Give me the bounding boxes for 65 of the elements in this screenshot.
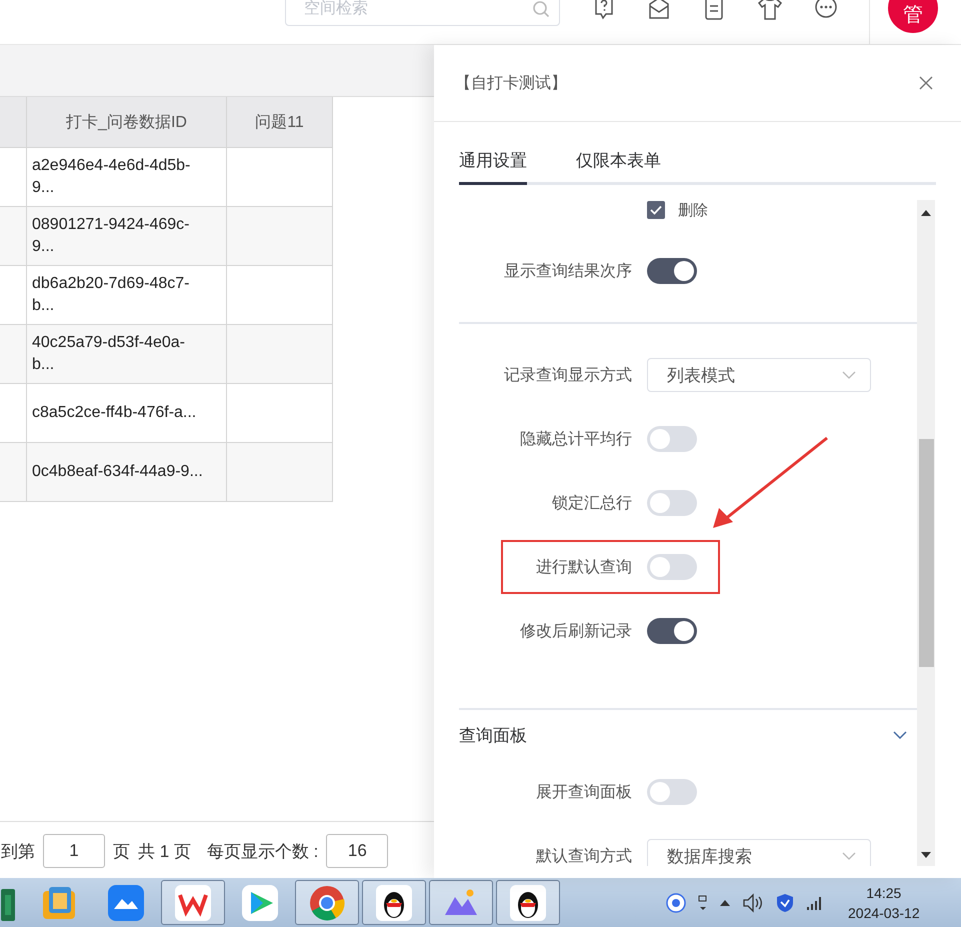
- penguin-icon: [376, 884, 412, 920]
- column-header: 打卡_问卷数据ID: [27, 97, 227, 147]
- window-icon[interactable]: [698, 894, 708, 910]
- table-cell: db6a2b20-7d69-48c7-b...: [27, 266, 227, 324]
- envelope-icon[interactable]: [647, 0, 671, 22]
- zigzag-icon: [175, 884, 211, 920]
- toggle-switch[interactable]: [647, 426, 697, 452]
- signal-icon[interactable]: [806, 894, 824, 910]
- dropdown[interactable]: 数据库搜索: [647, 839, 871, 866]
- setting-label: 隐藏总计平均行: [519, 430, 632, 450]
- setting-label: 修改后刷新记录: [519, 622, 632, 642]
- tab[interactable]: 仅限本表单: [576, 149, 661, 185]
- toggle-switch[interactable]: [647, 779, 697, 805]
- pager-label: 页: [113, 840, 130, 862]
- taskbar-button[interactable]: [362, 880, 426, 925]
- setting-label: 记录查询显示方式: [503, 366, 632, 386]
- column-header: 问题11: [227, 97, 333, 147]
- table-cell: 0c4b8eaf-634f-44a9-9...: [27, 443, 227, 501]
- speaker-icon[interactable]: [742, 892, 764, 912]
- shield-icon[interactable]: [776, 892, 794, 912]
- setting-label: 显示查询结果次序: [503, 262, 632, 282]
- play-icon: [242, 884, 278, 920]
- scrollbar-thumb[interactable]: [919, 439, 934, 667]
- window-stack-icon: [41, 884, 77, 920]
- scroll-up-icon[interactable]: [921, 210, 931, 216]
- table-cell: c8a5c2ce-ff4b-476f-a...: [27, 384, 227, 442]
- section-title: 查询面板: [459, 724, 527, 746]
- toggle-switch[interactable]: [647, 490, 697, 516]
- checkbox-label: 删除: [678, 200, 708, 220]
- search-icon: [532, 0, 550, 18]
- setting-label: 默认查询方式: [535, 846, 632, 866]
- close-icon[interactable]: [919, 76, 933, 90]
- clock-time[interactable]: 14:25: [866, 882, 902, 902]
- setting-label: 进行默认查询: [535, 558, 632, 578]
- table-cell: 08901271-9424-469c-9...: [27, 207, 227, 265]
- table-cell: a2e946e4-4e6d-4d5b-9...: [27, 148, 227, 206]
- penguin-icon: [510, 884, 546, 920]
- pager-label: 到第: [1, 840, 35, 862]
- cloud-icon: [108, 884, 144, 920]
- checkbox[interactable]: [647, 201, 665, 219]
- page-input[interactable]: 1: [43, 834, 105, 868]
- table-cell: 40c25a79-d53f-4e0a-b...: [27, 325, 227, 383]
- setting-label: 锁定汇总行: [551, 494, 632, 514]
- scrollbar[interactable]: [917, 200, 935, 866]
- caret-up-icon[interactable]: [720, 898, 730, 906]
- badge-icon[interactable]: [666, 892, 686, 912]
- chevron-icon: [842, 852, 856, 860]
- scroll-down-icon[interactable]: [921, 852, 931, 858]
- pager-label: 每页显示个数 :: [206, 840, 318, 862]
- dropdown[interactable]: 列表模式: [647, 358, 871, 392]
- avatar[interactable]: 管: [888, 0, 938, 33]
- taskbar-button[interactable]: [496, 880, 560, 925]
- toggle-switch[interactable]: [647, 618, 697, 644]
- clock-date[interactable]: 2024-03-12: [848, 902, 920, 922]
- chevron-icon[interactable]: [893, 731, 907, 739]
- shirt-icon[interactable]: [757, 0, 783, 22]
- ring-icon: [309, 884, 345, 920]
- chevron-icon: [842, 371, 856, 379]
- page-size-input[interactable]: 16: [326, 834, 388, 868]
- setting-label: 展开查询面板: [535, 782, 632, 802]
- tab[interactable]: 通用设置: [459, 149, 527, 185]
- page-total: 共 1 页: [138, 840, 191, 862]
- toggle-switch[interactable]: [647, 258, 697, 284]
- panel-title: 【自打卡测试】: [455, 74, 567, 94]
- toggle-switch[interactable]: [647, 554, 697, 580]
